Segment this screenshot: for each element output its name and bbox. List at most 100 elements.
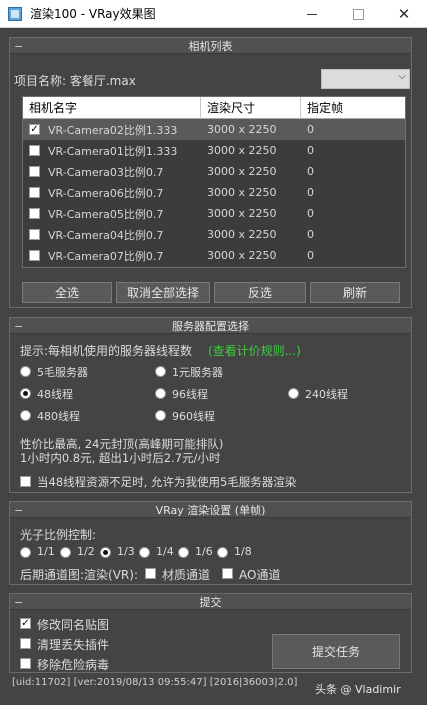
radio-96-threads[interactable] <box>155 388 166 399</box>
camera-checkbox[interactable] <box>29 166 40 177</box>
close-icon[interactable]: ✕ <box>381 0 427 28</box>
camera-name-cell: VR-Camera06比例0.7 <box>23 182 201 203</box>
refresh-button[interactable]: 刷新 <box>310 282 400 303</box>
camera-name: VR-Camera04比例0.7 <box>48 228 164 242</box>
frame-cell: 0 <box>307 144 314 157</box>
material-channel-checkbox[interactable] <box>145 568 156 579</box>
camera-name: VR-Camera07比例0.7 <box>48 249 164 263</box>
column-frame[interactable]: 指定帧 <box>301 97 405 119</box>
deselect-all-button[interactable]: 取消全部选择 <box>116 282 210 303</box>
camera-checkbox[interactable]: ✓ <box>29 124 40 135</box>
radio-960-threads[interactable] <box>155 410 166 421</box>
ratio-radio[interactable] <box>100 547 111 558</box>
submit-panel: − 提交 ✓ 修改同名贴图 清理丢失插件 移除危险病毒 提交任务 <box>9 593 412 673</box>
pricing-rules-link[interactable]: (查看计价规则...) <box>208 342 301 359</box>
frame-cell: 0 <box>307 123 314 136</box>
thread-hint: 提示:每相机使用的服务器线程数 <box>20 344 193 358</box>
collapse-icon[interactable]: − <box>14 596 23 609</box>
modify-textures-checkbox[interactable]: ✓ <box>20 618 31 629</box>
server-config-title: 服务器配置选择 <box>172 319 249 333</box>
project-name-label: 项目名称: 客餐厅.max <box>14 74 136 88</box>
ratio-label: 1/6 <box>195 545 213 558</box>
vray-settings-header[interactable]: − VRay 渲染设置 (单帧) <box>10 502 411 518</box>
maximize-icon[interactable] <box>335 0 381 28</box>
collapse-icon[interactable]: − <box>14 40 23 53</box>
camera-name: VR-Camera03比例0.7 <box>48 165 164 179</box>
camera-checkbox[interactable] <box>29 187 40 198</box>
ratio-radio[interactable] <box>139 547 150 558</box>
submit-header[interactable]: − 提交 <box>10 594 411 610</box>
material-channel-label: 材质通道 <box>162 568 211 582</box>
label-5mao-server: 5毛服务器 <box>37 366 88 379</box>
server-config-header[interactable]: − 服务器配置选择 <box>10 318 411 334</box>
table-row[interactable]: VR-Camera01比例1.333 3000 x 2250 0 <box>23 140 405 161</box>
ratio-radio[interactable] <box>178 547 189 558</box>
ao-channel-checkbox[interactable] <box>222 568 233 579</box>
radio-1yuan-server[interactable] <box>155 366 166 377</box>
render-size-cell: 3000 x 2250 <box>207 144 277 157</box>
chevron-down-icon: ⌵ <box>398 71 406 82</box>
frame-cell: 0 <box>307 165 314 178</box>
radio-48-threads[interactable] <box>20 388 31 399</box>
render-size-cell: 3000 x 2250 <box>207 186 277 199</box>
select-all-button[interactable]: 全选 <box>22 282 112 303</box>
radio-5mao-server[interactable] <box>20 366 31 377</box>
frame-cell: 0 <box>307 186 314 199</box>
table-row[interactable]: VR-Camera04比例0.7 3000 x 2250 0 <box>23 224 405 245</box>
render-size-cell: 3000 x 2250 <box>207 228 277 241</box>
clean-plugins-checkbox[interactable] <box>20 638 31 649</box>
camera-checkbox[interactable] <box>29 250 40 261</box>
ao-channel-label: AO通道 <box>239 568 281 582</box>
ratio-radio[interactable] <box>217 547 228 558</box>
camera-list-title: 相机列表 <box>188 39 233 53</box>
render-size-cell: 3000 x 2250 <box>207 165 277 178</box>
photon-ratio-label: 光子比例控制: <box>20 528 97 542</box>
label-1yuan-server: 1元服务器 <box>172 366 223 379</box>
camera-name-cell: VR-Camera05比例0.7 <box>23 203 201 224</box>
label-96-threads: 96线程 <box>172 388 208 401</box>
column-render-size[interactable]: 渲染尺寸 <box>201 97 301 119</box>
camera-name-cell: VR-Camera03比例0.7 <box>23 161 201 182</box>
render-size-cell: 3000 x 2250 <box>207 207 277 220</box>
price-info-line2: 1小时内0.8元, 超出1小时后2.7元/小时 <box>20 451 221 465</box>
collapse-icon[interactable]: − <box>14 320 23 333</box>
collapse-icon[interactable]: − <box>14 504 23 517</box>
submit-title: 提交 <box>199 595 222 609</box>
modify-textures-label: 修改同名贴图 <box>37 618 110 632</box>
table-row[interactable]: VR-Camera07比例0.7 3000 x 2250 0 <box>23 245 405 266</box>
frame-cell: 0 <box>307 228 314 241</box>
post-channel-label: 后期通道图:渲染(VR): <box>20 568 138 582</box>
table-row[interactable]: VR-Camera06比例0.7 3000 x 2250 0 <box>23 182 405 203</box>
project-dropdown[interactable]: ⌵ <box>321 69 410 89</box>
ratio-label: 1/3 <box>117 545 135 558</box>
camera-name-cell: VR-Camera04比例0.7 <box>23 224 201 245</box>
camera-name: VR-Camera01比例1.333 <box>48 144 178 158</box>
table-row[interactable]: VR-Camera03比例0.7 3000 x 2250 0 <box>23 161 405 182</box>
radio-240-threads[interactable] <box>288 388 299 399</box>
fallback-checkbox[interactable] <box>20 476 31 487</box>
camera-table: 相机名字 渲染尺寸 指定帧 ✓ VR-Camera02比例1.333 3000 x … <box>22 96 406 268</box>
table-row[interactable]: VR-Camera05比例0.7 3000 x 2250 0 <box>23 203 405 224</box>
label-240-threads: 240线程 <box>305 388 348 401</box>
camera-checkbox[interactable] <box>29 229 40 240</box>
radio-480-threads[interactable] <box>20 410 31 421</box>
remove-virus-checkbox[interactable] <box>20 658 31 669</box>
ratio-radio[interactable] <box>60 547 71 558</box>
camera-list-header[interactable]: − 相机列表 <box>10 38 411 54</box>
submit-task-button[interactable]: 提交任务 <box>272 634 400 669</box>
status-footer: [uid:11702] [ver:2019/08/13 09:55:47] [2… <box>12 677 298 688</box>
camera-checkbox[interactable] <box>29 145 40 156</box>
camera-name: VR-Camera06比例0.7 <box>48 186 164 200</box>
ratio-label: 1/4 <box>156 545 174 558</box>
camera-rows: ✓ VR-Camera02比例1.333 3000 x 2250 0 VR-Camera… <box>23 119 405 266</box>
invert-selection-button[interactable]: 反选 <box>214 282 306 303</box>
minimize-icon[interactable] <box>289 0 335 28</box>
frame-cell: 0 <box>307 249 314 262</box>
column-camera-name[interactable]: 相机名字 <box>23 97 201 119</box>
ratio-radio[interactable] <box>20 547 31 558</box>
label-480-threads: 480线程 <box>37 410 80 423</box>
label-48-threads: 48线程 <box>37 388 73 401</box>
camera-name-cell: ✓ VR-Camera02比例1.333 <box>23 119 201 140</box>
camera-checkbox[interactable] <box>29 208 40 219</box>
table-row[interactable]: ✓ VR-Camera02比例1.333 3000 x 2250 0 <box>23 119 405 140</box>
